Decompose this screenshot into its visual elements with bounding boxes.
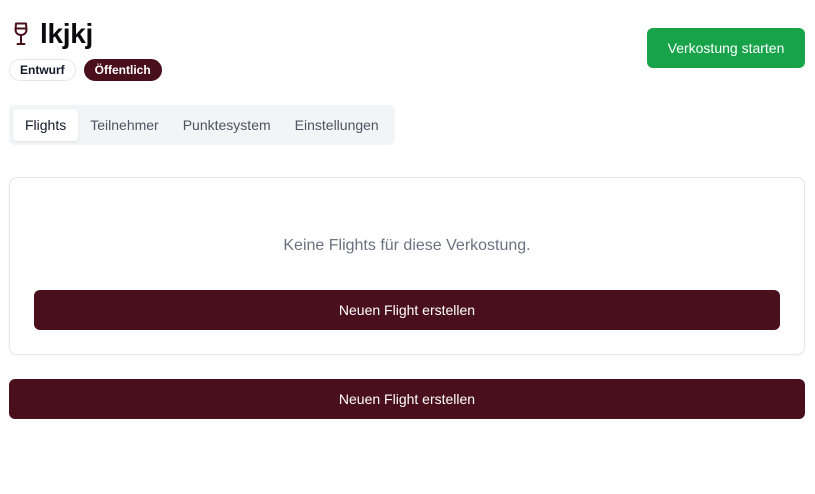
tasting-page: lkjkj Entwurf Öffentlich Verkostung star… — [0, 0, 815, 494]
tab-settings[interactable]: Einstellungen — [283, 109, 391, 141]
tab-bar: Flights Teilnehmer Punktesystem Einstell… — [9, 105, 395, 145]
draft-badge: Entwurf — [9, 59, 76, 81]
tab-participants[interactable]: Teilnehmer — [78, 109, 170, 141]
tab-scoring-system[interactable]: Punktesystem — [171, 109, 283, 141]
public-badge: Öffentlich — [83, 59, 162, 81]
create-flight-button[interactable]: Neuen Flight erstellen — [34, 290, 780, 330]
wine-glass-icon — [10, 19, 32, 49]
page-title: lkjkj — [40, 18, 93, 49]
flights-panel: Keine Flights für diese Verkostung. Neue… — [9, 177, 805, 355]
empty-state-message: Keine Flights für diese Verkostung. — [283, 237, 531, 254]
start-tasting-button[interactable]: Verkostung starten — [647, 28, 805, 68]
tab-flights[interactable]: Flights — [13, 109, 79, 141]
create-flight-button-bottom[interactable]: Neuen Flight erstellen — [9, 379, 805, 419]
